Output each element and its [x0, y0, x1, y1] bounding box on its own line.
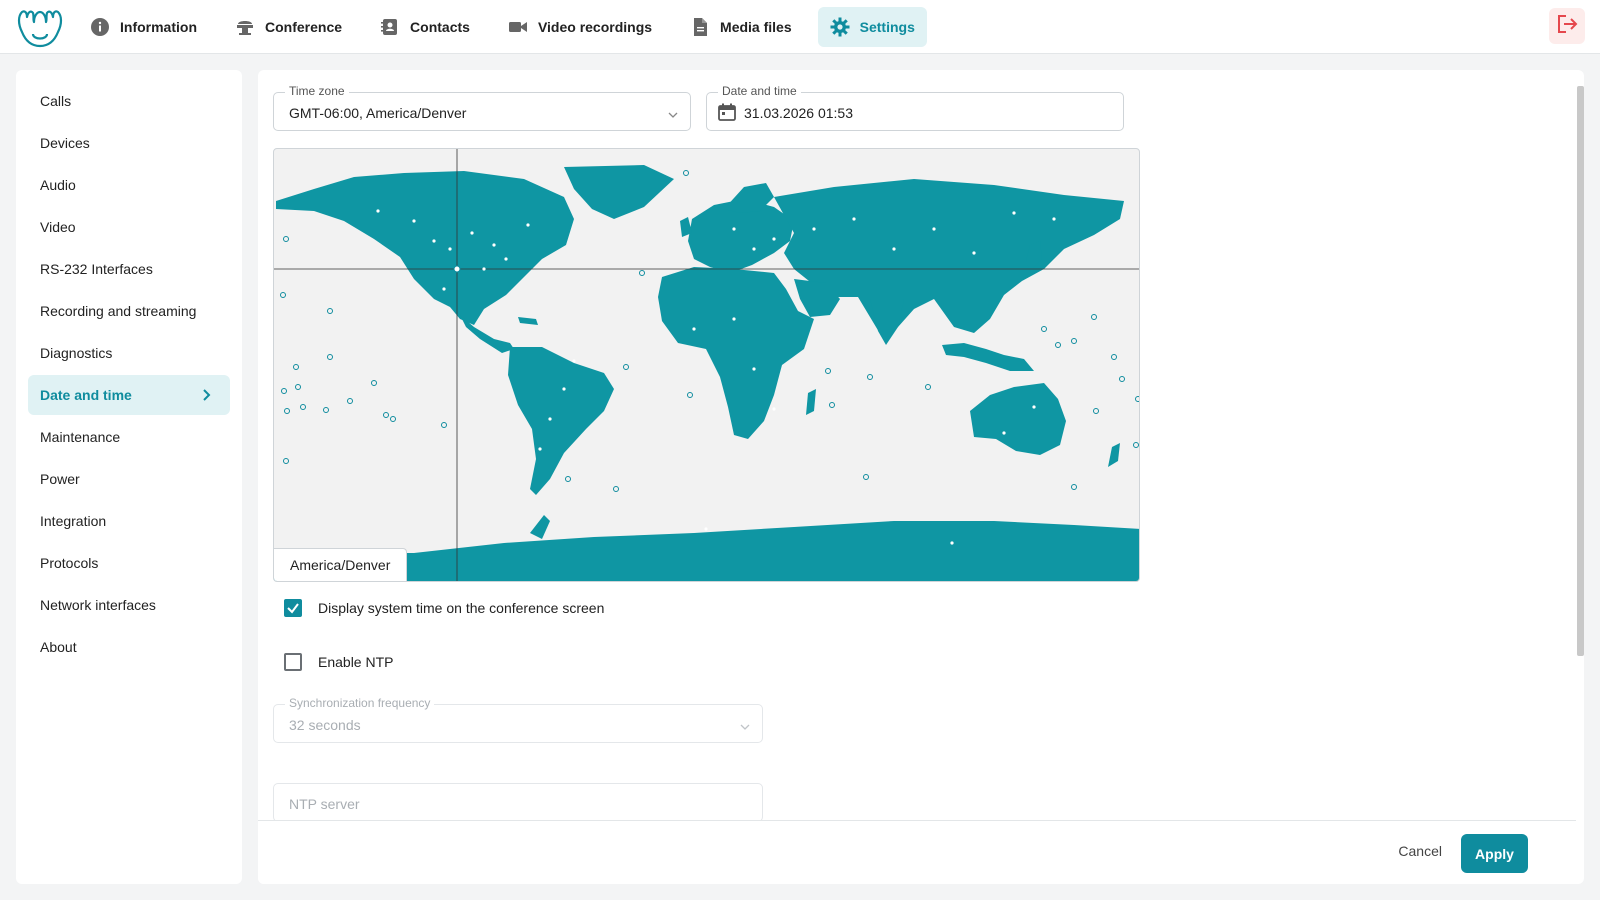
sidebar-item-date-time[interactable]: Date and time	[28, 375, 230, 415]
check-icon	[287, 603, 299, 614]
nav-item-conference[interactable]: Conference	[223, 7, 354, 47]
timezone-map[interactable]: America/Denver	[273, 148, 1140, 582]
sidebar-item-label: About	[40, 639, 77, 655]
sidebar-item-power[interactable]: Power	[28, 459, 230, 499]
world-map	[274, 149, 1139, 581]
enable-ntp-label: Enable NTP	[318, 654, 394, 670]
cancel-button[interactable]: Cancel	[1398, 843, 1442, 859]
chevron-down-icon	[668, 107, 678, 118]
scrollbar[interactable]	[1577, 86, 1584, 656]
sidebar-item-label: Audio	[40, 177, 76, 193]
sync-frequency-value: 32 seconds	[289, 717, 361, 733]
sidebar-item-maintenance[interactable]: Maintenance	[28, 417, 230, 457]
nav-item-contacts[interactable]: Contacts	[368, 7, 482, 47]
sidebar-item-calls[interactable]: Calls	[28, 81, 230, 121]
contacts-icon	[380, 17, 400, 37]
display-time-checkbox-row[interactable]: Display system time on the conference sc…	[284, 599, 604, 617]
sync-frequency-label: Synchronization frequency	[285, 696, 435, 710]
chevron-right-icon	[198, 387, 214, 403]
logout-button[interactable]	[1549, 8, 1585, 44]
settings-sidebar: Calls Devices Audio Video RS-232 Interfa…	[16, 70, 242, 884]
chevron-down-icon	[740, 719, 750, 730]
sidebar-item-label: Power	[40, 471, 80, 487]
sidebar-item-label: Date and time	[40, 387, 132, 403]
display-time-label: Display system time on the conference sc…	[318, 600, 605, 616]
sidebar-item-protocols[interactable]: Protocols	[28, 543, 230, 583]
timezone-select[interactable]: Time zone GMT-06:00, America/Denver	[273, 84, 691, 131]
gear-icon	[830, 17, 850, 37]
map-timezone-label: America/Denver	[274, 548, 408, 581]
sidebar-item-about[interactable]: About	[28, 627, 230, 667]
sidebar-item-recording-streaming[interactable]: Recording and streaming	[28, 291, 230, 331]
settings-main-panel: Time zone GMT-06:00, America/Denver Date…	[258, 70, 1584, 884]
sidebar-item-label: Diagnostics	[40, 345, 113, 361]
sidebar-item-video[interactable]: Video	[28, 207, 230, 247]
timezone-label: Time zone	[285, 84, 349, 98]
sidebar-item-label: Recording and streaming	[40, 303, 197, 319]
nav-item-settings[interactable]: Settings	[817, 7, 927, 47]
sidebar-item-label: Calls	[40, 93, 72, 109]
nav-item-media-files[interactable]: Media files	[678, 7, 804, 47]
logout-icon	[1556, 13, 1578, 40]
sidebar-item-devices[interactable]: Devices	[28, 123, 230, 163]
sidebar-item-integration[interactable]: Integration	[28, 501, 230, 541]
video-camera-icon	[508, 17, 528, 37]
datetime-label: Date and time	[718, 84, 801, 98]
sync-frequency-select[interactable]: Synchronization frequency 32 seconds	[273, 696, 763, 743]
timezone-value: GMT-06:00, America/Denver	[289, 105, 467, 121]
nav-label: Conference	[265, 19, 343, 35]
ntp-server-input[interactable]: NTP server	[273, 783, 763, 822]
file-icon	[690, 17, 710, 37]
form-footer: Cancel Apply	[258, 820, 1576, 884]
sidebar-item-label: Maintenance	[40, 429, 121, 445]
nav-label: Video recordings	[537, 19, 653, 35]
enable-ntp-checkbox[interactable]	[284, 653, 302, 671]
apply-label: Apply	[1475, 845, 1514, 862]
ntp-server-placeholder: NTP server	[289, 796, 360, 812]
enable-ntp-checkbox-row[interactable]: Enable NTP	[284, 653, 393, 671]
sidebar-item-label: Devices	[40, 135, 90, 151]
display-time-checkbox[interactable]	[284, 599, 302, 617]
sidebar-item-audio[interactable]: Audio	[28, 165, 230, 205]
sidebar-item-rs232[interactable]: RS-232 Interfaces	[28, 249, 230, 289]
sidebar-item-network-interfaces[interactable]: Network interfaces	[28, 585, 230, 625]
nav-item-information[interactable]: Information	[78, 7, 209, 47]
sidebar-item-diagnostics[interactable]: Diagnostics	[28, 333, 230, 373]
info-icon	[90, 17, 110, 37]
apply-button[interactable]: Apply	[1461, 834, 1528, 873]
nav-label: Information	[120, 19, 197, 35]
conference-icon	[235, 17, 255, 37]
sidebar-item-label: Network interfaces	[40, 597, 156, 613]
main-nav: Information Conference Contacts Video re…	[78, 7, 941, 47]
sidebar-item-label: RS-232 Interfaces	[40, 261, 153, 277]
sidebar-item-label: Protocols	[40, 555, 99, 571]
logo-icon[interactable]	[14, 4, 66, 50]
nav-label: Media files	[720, 19, 792, 35]
calendar-icon[interactable]	[717, 102, 737, 122]
sidebar-item-label: Integration	[40, 513, 107, 529]
nav-item-video-recordings[interactable]: Video recordings	[496, 7, 664, 47]
sidebar-item-label: Video	[40, 219, 76, 235]
top-bar: Information Conference Contacts Video re…	[0, 0, 1600, 54]
nav-label: Contacts	[410, 19, 470, 35]
datetime-field[interactable]: Date and time 31.03.2026 01:53	[706, 84, 1124, 131]
datetime-value: 31.03.2026 01:53	[744, 105, 853, 121]
nav-label: Settings	[859, 19, 915, 35]
